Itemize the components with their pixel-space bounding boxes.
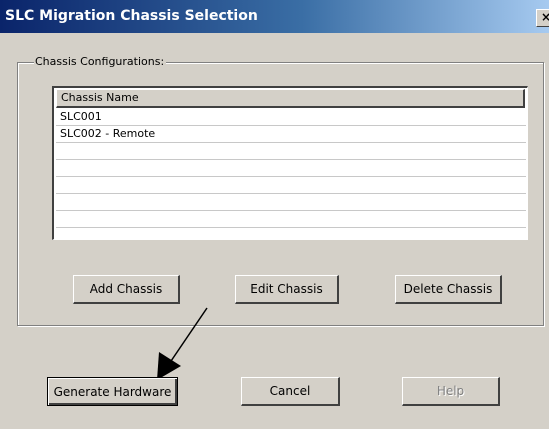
delete-chassis-button[interactable]: Delete Chassis <box>395 275 502 304</box>
pointer-arrow <box>157 307 208 380</box>
list-item[interactable] <box>56 160 526 177</box>
generate-hardware-button[interactable]: Generate Hardware <box>47 377 178 406</box>
list-item[interactable]: SLC002 - Remote <box>56 126 526 143</box>
list-item[interactable] <box>56 194 526 211</box>
chassis-list[interactable]: Chassis Name SLC001 SLC002 - Remote <box>52 86 528 240</box>
close-button[interactable]: × <box>536 9 549 27</box>
help-button[interactable]: Help <box>402 377 500 406</box>
title-bar[interactable]: SLC Migration Chassis Selection × <box>0 0 549 33</box>
list-item[interactable] <box>56 177 526 194</box>
arrow-head <box>157 352 181 380</box>
arrow-shaft <box>168 307 208 365</box>
group-label: Chassis Configurations: <box>34 54 167 69</box>
edit-chassis-button[interactable]: Edit Chassis <box>235 275 339 304</box>
add-chassis-button[interactable]: Add Chassis <box>73 275 180 304</box>
dialog-window: SLC Migration Chassis Selection × Chassi… <box>0 0 549 429</box>
cancel-button[interactable]: Cancel <box>241 377 340 406</box>
list-item[interactable] <box>56 211 526 228</box>
list-item[interactable] <box>56 228 526 239</box>
window-title: SLC Migration Chassis Selection <box>5 8 258 24</box>
column-header-chassis-name[interactable]: Chassis Name <box>56 89 525 108</box>
list-item[interactable] <box>56 143 526 160</box>
list-item[interactable]: SLC001 <box>56 109 526 126</box>
